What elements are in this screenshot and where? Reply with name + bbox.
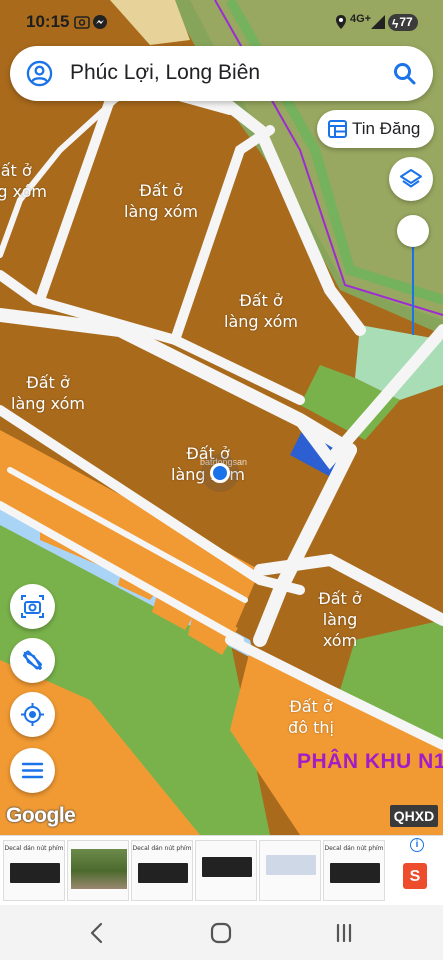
ad-card[interactable]: Decal dán nút phím (131, 840, 193, 901)
tin-dang-label: Tin Đăng (352, 119, 421, 138)
tin-dang-button[interactable]: Tin Đăng (317, 110, 434, 148)
keyboard-image (266, 855, 316, 875)
messenger-icon (93, 15, 107, 29)
ad-card-title: Decal dán nút phím (324, 845, 384, 852)
opacity-slider-track[interactable] (412, 232, 414, 335)
current-location-marker (210, 463, 230, 483)
battery-level: 77 (399, 15, 413, 29)
charging-icon: ϟ (392, 17, 399, 31)
subdivision-label: PHÂN KHU N1 (297, 750, 443, 773)
keyboard-image (202, 857, 252, 877)
layers-icon (400, 169, 422, 188)
home-icon[interactable] (207, 919, 235, 947)
navigation-bar (0, 905, 443, 960)
measure-tool-button[interactable] (10, 638, 55, 683)
search-bar[interactable]: Phúc Lợi, Long Biên (10, 46, 433, 101)
ad-card-title: Decal dán nút phím (132, 845, 192, 852)
menu-icon (21, 762, 44, 779)
status-time: 10:15 (26, 12, 70, 31)
ad-banner[interactable]: Decal dán nút phím Decal dán nút phím De… (0, 835, 443, 905)
keyboard-image (330, 863, 380, 883)
my-location-icon (21, 703, 44, 726)
ad-card[interactable]: Decal dán nút phím (323, 840, 385, 901)
recents-icon[interactable] (330, 919, 358, 947)
zone-label-village-6: Đất ở làng xóm (318, 589, 362, 650)
ad-card-title: Decal dán nút phím (4, 845, 64, 852)
layers-button[interactable] (389, 157, 433, 201)
layer-badge: QHXD (390, 805, 438, 827)
ad-card[interactable] (195, 840, 257, 901)
account-circle-icon[interactable] (26, 60, 53, 87)
battery-indicator: ϟ 77 (388, 14, 418, 31)
zone-label-village-4: Đất ở làng xóm (11, 373, 85, 413)
search-input[interactable]: Phúc Lợi, Long Biên (70, 61, 260, 85)
keyboard-image (138, 863, 188, 883)
network-type: 4G+ (350, 13, 372, 25)
screenshot-icon (74, 16, 90, 29)
camera-icon (21, 595, 44, 618)
ad-card[interactable] (67, 840, 129, 901)
listing-table-icon (328, 120, 347, 138)
status-bar: 10:15 4G+ ϟ 77 (0, 0, 443, 44)
camera-capture-button[interactable] (10, 584, 55, 629)
shopee-bag-icon[interactable]: S (403, 863, 427, 889)
photo-image (71, 849, 127, 889)
back-icon[interactable] (83, 919, 111, 947)
google-logo: Google (6, 804, 76, 827)
ruler-pencil-icon (23, 650, 43, 671)
zone-label-urban: Đất ở đô thị (288, 697, 334, 737)
keyboard-image (10, 863, 60, 883)
zone-label-village-1: Đất ở làng xóm (0, 161, 47, 201)
location-pin-icon (336, 15, 346, 29)
ad-card[interactable]: Decal dán nút phím (3, 840, 65, 901)
signal-icon (371, 15, 385, 29)
opacity-slider-thumb[interactable] (397, 215, 429, 247)
my-location-button[interactable] (10, 692, 55, 737)
info-icon[interactable]: i (410, 838, 424, 852)
ad-card[interactable] (259, 840, 321, 901)
search-icon[interactable] (391, 60, 419, 88)
zone-label-village-3: Đất ở làng xóm (224, 291, 298, 331)
zone-label-village-2: Đất ở làng xóm (124, 181, 198, 221)
menu-button[interactable] (10, 748, 55, 793)
